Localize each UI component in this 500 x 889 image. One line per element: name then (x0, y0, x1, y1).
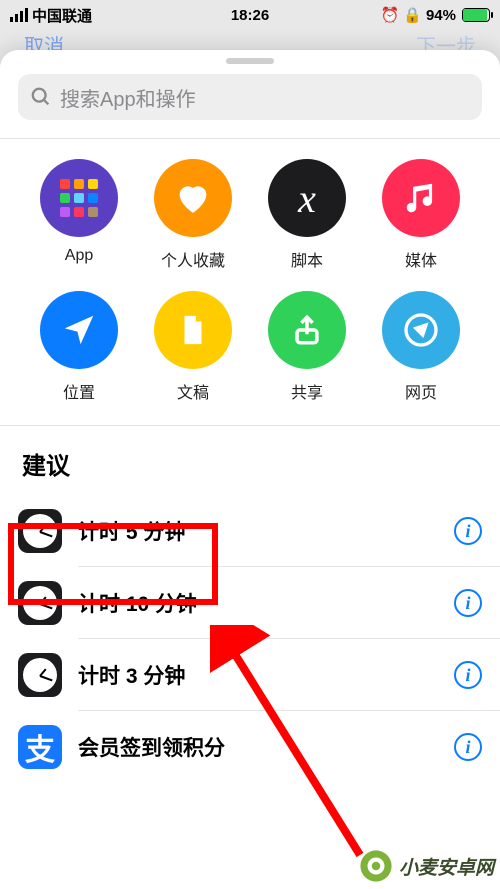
info-button[interactable]: i (454, 661, 482, 689)
sheet-grabber[interactable] (226, 58, 274, 64)
next-button[interactable]: 下一步 (416, 30, 476, 52)
category-location[interactable]: 位置 (22, 291, 136, 403)
category-label: 网页 (405, 379, 437, 403)
category-web[interactable]: 网页 (364, 291, 478, 403)
watermark: 小麦安卓网 (359, 849, 494, 883)
music-icon (382, 159, 460, 237)
search-input[interactable]: 搜索App和操作 (18, 74, 482, 120)
category-label: 个人收藏 (161, 247, 225, 271)
search-icon (30, 86, 52, 108)
suggestion-row-timer-10[interactable]: 计时 10 分钟 i (0, 567, 500, 639)
action-picker-sheet: 搜索App和操作 App 个人收藏 x 脚 (0, 50, 500, 889)
alipay-icon: 支 (18, 725, 62, 769)
clock-icon (18, 653, 62, 697)
compass-icon (382, 291, 460, 369)
share-icon (268, 291, 346, 369)
category-label: 脚本 (291, 247, 323, 271)
watermark-text: 小麦安卓网 (399, 853, 494, 880)
suggestion-label: 计时 5 分钟 (78, 516, 438, 546)
clock-icon (18, 509, 62, 553)
category-label: 媒体 (405, 247, 437, 271)
status-bar: 中国联通 18:26 ⏰ 🔒 94% (0, 0, 500, 30)
category-sharing[interactable]: 共享 (250, 291, 364, 403)
category-label: 共享 (291, 379, 323, 403)
app-grid-icon (40, 159, 118, 237)
suggestion-row-timer-3[interactable]: 计时 3 分钟 i (0, 639, 500, 711)
suggestion-label: 计时 10 分钟 (78, 588, 438, 618)
document-icon (154, 291, 232, 369)
status-right: ⏰ 🔒 94% (381, 6, 490, 24)
category-favorites[interactable]: 个人收藏 (136, 159, 250, 271)
category-label: 文稿 (177, 379, 209, 403)
status-left: 中国联通 (10, 5, 92, 26)
status-time: 18:26 (231, 7, 269, 24)
search-placeholder: 搜索App和操作 (60, 83, 196, 112)
suggestion-label: 会员签到领积分 (78, 732, 438, 762)
category-label: 位置 (63, 379, 95, 403)
battery-percent: 94% (426, 7, 456, 24)
info-button[interactable]: i (454, 733, 482, 761)
clock-icon (18, 581, 62, 625)
info-button[interactable]: i (454, 589, 482, 617)
orientation-lock-icon: 🔒 (403, 6, 422, 24)
category-scripting[interactable]: x 脚本 (250, 159, 364, 271)
suggestion-row-timer-5[interactable]: 计时 5 分钟 i (0, 495, 500, 567)
category-app[interactable]: App (22, 159, 136, 271)
signal-icon (10, 8, 28, 22)
script-icon: x (268, 159, 346, 237)
suggestions-title: 建议 (0, 426, 500, 495)
category-grid: App 个人收藏 x 脚本 媒体 位置 (0, 139, 500, 425)
carrier-label: 中国联通 (32, 5, 92, 26)
category-label: App (65, 247, 93, 265)
battery-icon (462, 8, 490, 22)
category-documents[interactable]: 文稿 (136, 291, 250, 403)
category-media[interactable]: 媒体 (364, 159, 478, 271)
info-button[interactable]: i (454, 517, 482, 545)
alarm-icon: ⏰ (381, 6, 400, 24)
location-icon (40, 291, 118, 369)
suggestion-label: 计时 3 分钟 (78, 660, 438, 690)
dimmed-nav: 取消 下一步 (0, 30, 500, 52)
heart-icon (154, 159, 232, 237)
cancel-button[interactable]: 取消 (24, 30, 64, 52)
watermark-logo-icon (359, 849, 393, 883)
suggestion-row-alipay[interactable]: 支 会员签到领积分 i (0, 711, 500, 783)
